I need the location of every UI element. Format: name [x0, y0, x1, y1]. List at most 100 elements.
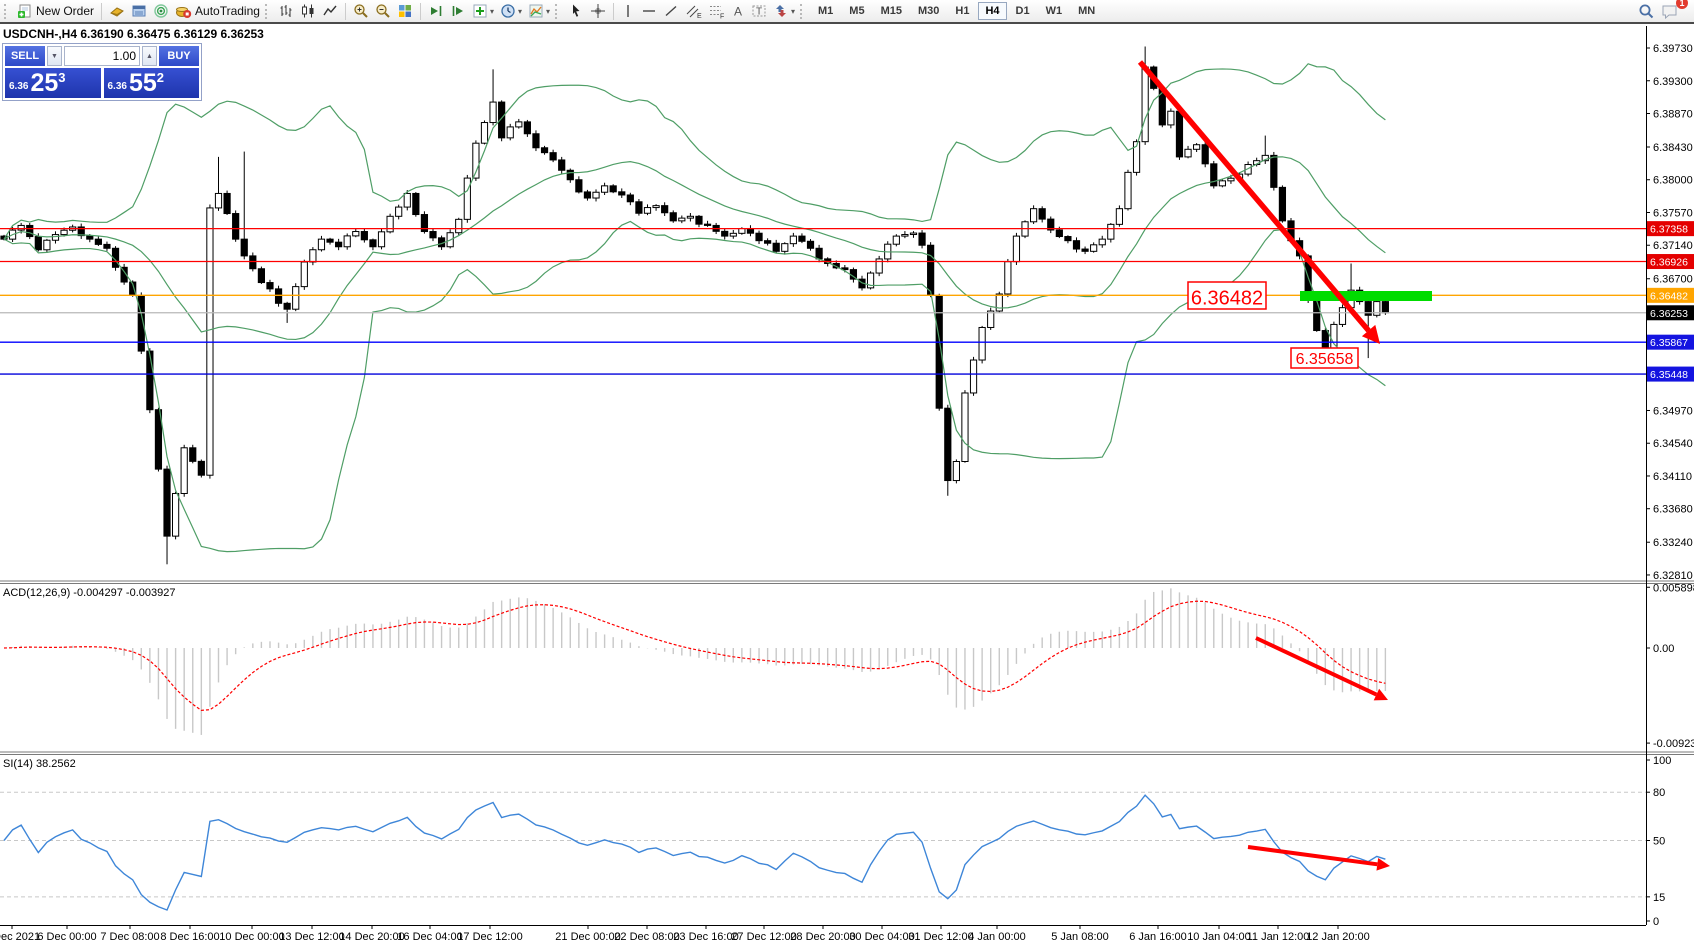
svg-text:T: T — [756, 7, 762, 18]
volume-increase-button[interactable]: ▲ — [142, 46, 157, 66]
svg-text:16 Dec 04:00: 16 Dec 04:00 — [397, 931, 462, 942]
auto-scroll-button[interactable] — [425, 1, 447, 21]
svg-text:6.38430: 6.38430 — [1653, 142, 1693, 154]
tile-windows-button[interactable] — [394, 1, 416, 21]
chart-shift-icon — [450, 3, 466, 19]
market-watch-button[interactable] — [106, 1, 128, 21]
tab-timeframe-m15[interactable]: M15 — [874, 2, 909, 20]
line-chart-button[interactable] — [319, 1, 341, 21]
annotations[interactable]: 6.364826.35658 — [1140, 62, 1432, 871]
svg-text:12 Jan 20:00: 12 Jan 20:00 — [1306, 931, 1370, 942]
equidistant-channel-button[interactable]: E — [682, 1, 705, 21]
trend-arrow[interactable] — [1248, 847, 1377, 864]
candlestick-chart-button[interactable] — [297, 1, 319, 21]
text-label-button[interactable]: T — [748, 1, 770, 21]
tab-timeframe-w1[interactable]: W1 — [1039, 2, 1070, 20]
sell-price-pip: 3 — [58, 70, 65, 85]
search-icon — [1638, 3, 1655, 20]
vertical-line-button[interactable] — [618, 1, 638, 21]
toolbar-grip[interactable] — [265, 4, 271, 19]
svg-text:10 Dec 00:00: 10 Dec 00:00 — [219, 931, 284, 942]
price-chart-canvas[interactable]: 6.397306.393006.388706.384306.380006.375… — [0, 24, 1694, 942]
cursor-icon — [568, 3, 584, 19]
notifications-button[interactable]: 1 — [1658, 1, 1682, 21]
sell-button[interactable]: SELL — [5, 46, 45, 66]
periods-button[interactable]: ▾ — [497, 1, 525, 21]
rsi-label: SI(14) 38.2562 — [3, 758, 76, 770]
trend-arrow[interactable] — [1256, 638, 1376, 695]
svg-text:E: E — [697, 13, 702, 19]
fibonacci-button[interactable]: F — [705, 1, 728, 21]
svg-text:6.35448: 6.35448 — [1650, 369, 1688, 381]
new-order-icon — [17, 3, 33, 19]
candlesticks-icon — [300, 3, 316, 19]
horizontal-line-button[interactable] — [638, 1, 660, 21]
candles — [1, 46, 1389, 564]
cursor-button[interactable] — [565, 1, 587, 21]
svg-text:6.34540: 6.34540 — [1653, 438, 1693, 450]
autotrading-button[interactable]: AutoTrading — [172, 1, 263, 21]
navigator-button[interactable] — [150, 1, 172, 21]
tab-timeframe-h4[interactable]: H4 — [978, 2, 1006, 20]
toolbar-grip[interactable] — [4, 4, 10, 19]
svg-text:27 Dec 12:00: 27 Dec 12:00 — [731, 931, 796, 942]
svg-text:11 Jan 12:00: 11 Jan 12:00 — [1247, 931, 1310, 942]
tab-timeframe-m5[interactable]: M5 — [842, 2, 871, 20]
svg-text:23 Dec 16:00: 23 Dec 16:00 — [673, 931, 738, 942]
time-axis: 2 Dec 20216 Dec 00:007 Dec 08:008 Dec 16… — [0, 925, 1370, 942]
separator — [345, 3, 346, 20]
text-button[interactable]: A — [728, 1, 748, 21]
svg-text:14 Dec 20:00: 14 Dec 20:00 — [339, 931, 404, 942]
sell-price-panel[interactable]: 6.36 25 3 — [5, 68, 101, 98]
tab-timeframe-m1[interactable]: M1 — [811, 2, 840, 20]
buy-price-main: 55 — [129, 71, 157, 96]
tile-windows-icon — [397, 3, 413, 19]
svg-text:6.36926: 6.36926 — [1650, 257, 1688, 269]
trend-arrow-head — [1376, 858, 1390, 871]
auto-scroll-icon — [428, 3, 444, 19]
svg-text:F: F — [720, 14, 724, 20]
price-annotation-label: 6.35658 — [1296, 351, 1354, 368]
svg-text:6.33240: 6.33240 — [1653, 537, 1693, 549]
bar-chart-button[interactable] — [275, 1, 297, 21]
trendline-icon — [663, 3, 679, 19]
volume-decrease-button[interactable]: ▼ — [47, 46, 62, 66]
svg-text:6 Dec 00:00: 6 Dec 00:00 — [37, 931, 96, 942]
autotrading-label: AutoTrading — [195, 4, 260, 18]
ohlc-bars-icon — [278, 3, 294, 19]
search-button[interactable] — [1635, 1, 1658, 21]
arrows-icon — [773, 3, 789, 19]
svg-text:6.35867: 6.35867 — [1650, 337, 1688, 349]
templates-button[interactable]: ▾ — [525, 1, 553, 21]
toolbar-grip[interactable] — [800, 4, 806, 19]
crosshair-button[interactable] — [587, 1, 609, 21]
svg-text:80: 80 — [1653, 787, 1665, 799]
svg-text:30 Dec 04:00: 30 Dec 04:00 — [849, 931, 914, 942]
svg-text:6.36700: 6.36700 — [1653, 274, 1693, 286]
tab-timeframe-m30[interactable]: M30 — [911, 2, 946, 20]
data-window-button[interactable] — [128, 1, 150, 21]
svg-text:6.32810: 6.32810 — [1653, 570, 1693, 582]
text-icon: A — [731, 3, 745, 19]
zoom-in-button[interactable] — [350, 1, 372, 21]
indicators-button[interactable]: ▾ — [469, 1, 497, 21]
chart-shift-button[interactable] — [447, 1, 469, 21]
tab-timeframe-h1[interactable]: H1 — [948, 2, 976, 20]
buy-price-panel[interactable]: 6.36 55 2 — [104, 68, 200, 98]
svg-text:6.37140: 6.37140 — [1653, 240, 1693, 252]
indicators-icon — [472, 3, 488, 19]
buy-button[interactable]: BUY — [159, 46, 199, 66]
tab-timeframe-mn[interactable]: MN — [1071, 2, 1102, 20]
volume-input[interactable] — [64, 46, 140, 66]
arrows-button[interactable]: ▾ — [770, 1, 798, 21]
svg-text:28 Dec 20:00: 28 Dec 20:00 — [790, 931, 855, 942]
new-order-button[interactable]: New Order — [14, 1, 97, 21]
highlight-rectangle[interactable] — [1300, 291, 1432, 301]
svg-text:31 Dec 12:00: 31 Dec 12:00 — [908, 931, 973, 942]
trendline-button[interactable] — [660, 1, 682, 21]
zoom-out-button[interactable] — [372, 1, 394, 21]
svg-text:50: 50 — [1653, 836, 1665, 848]
tab-timeframe-d1[interactable]: D1 — [1009, 2, 1037, 20]
sell-price-main: 25 — [30, 71, 58, 96]
toolbar-grip[interactable] — [555, 4, 561, 19]
